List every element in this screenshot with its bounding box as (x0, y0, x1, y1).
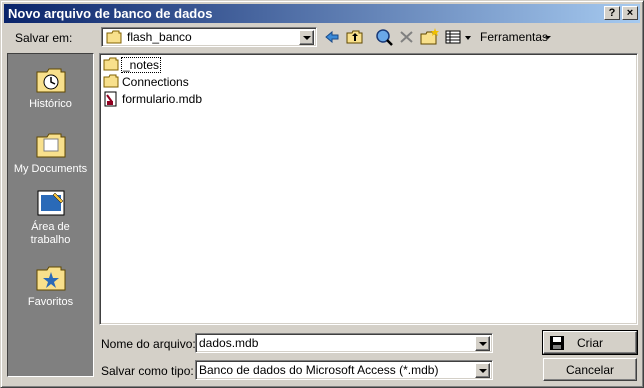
folder-icon (106, 30, 122, 44)
new-folder-button[interactable] (419, 27, 441, 47)
filetype-combo[interactable]: Banco de dados do Microsoft Access (*.md… (195, 360, 493, 380)
back-arrow-icon (325, 30, 339, 44)
place-label: Área de trabalho (30, 221, 71, 246)
chevron-down-icon (545, 36, 551, 39)
place-label: Favoritos (27, 296, 74, 308)
close-icon: × (626, 7, 634, 19)
delete-icon (400, 31, 413, 43)
history-icon (36, 68, 65, 93)
filename-input[interactable]: dados.mdb (199, 336, 258, 350)
file-list[interactable]: _notes Connections formulario.mdb (99, 53, 638, 325)
list-item-connections[interactable]: Connections (103, 74, 223, 90)
title-bar: Novo arquivo de banco de dados ? × (4, 4, 640, 23)
help-icon: ? (608, 7, 616, 19)
place-favorites[interactable]: Favoritos (8, 262, 93, 308)
filetype-value: Banco de dados do Microsoft Access (*.md… (199, 363, 439, 377)
up-one-level-button[interactable] (344, 27, 366, 47)
desktop-icon (37, 190, 64, 216)
tools-menu-button[interactable]: Ferramentas (477, 27, 557, 47)
views-button[interactable] (443, 27, 475, 47)
search-web-icon (376, 29, 393, 46)
new-folder-icon (420, 28, 439, 45)
filetype-dropdown-arrow[interactable] (475, 363, 490, 378)
places-bar: Histórico My Documents Área de trabalho … (7, 53, 94, 377)
close-button[interactable]: × (622, 6, 638, 20)
save-in-combo[interactable]: flash_banco (101, 27, 317, 47)
up-folder-icon (346, 30, 363, 44)
file-name: _notes (120, 57, 162, 73)
place-history[interactable]: Histórico (8, 64, 93, 110)
access-database-icon (104, 91, 117, 107)
file-name: Connections (122, 75, 189, 89)
tools-menu-label: Ferramentas (480, 30, 549, 44)
create-button-label: Criar (577, 336, 603, 350)
save-dialog: Novo arquivo de banco de dados ? × Salva… (0, 0, 644, 388)
cancel-button[interactable]: Cancelar (543, 358, 637, 381)
folder-icon (103, 57, 119, 71)
views-icon (445, 30, 471, 44)
back-button[interactable] (321, 27, 343, 47)
place-label: My Documents (13, 163, 88, 175)
create-button[interactable]: Criar (542, 330, 638, 355)
filename-dropdown-arrow[interactable] (475, 336, 490, 351)
favorites-icon (36, 266, 65, 291)
folder-icon (103, 74, 119, 88)
place-my-documents[interactable]: My Documents (8, 129, 93, 175)
save-in-dropdown-arrow[interactable] (299, 30, 314, 45)
filename-combo[interactable]: dados.mdb (195, 333, 493, 353)
list-item-notes[interactable]: _notes (103, 57, 183, 73)
help-button[interactable]: ? (604, 6, 620, 20)
filetype-label: Salvar como tipo: (101, 364, 194, 378)
place-label: Histórico (29, 98, 72, 110)
filename-label: Nome do arquivo: (101, 337, 196, 351)
list-item-formulario[interactable]: formulario.mdb (103, 91, 243, 107)
search-web-button[interactable] (373, 27, 395, 47)
file-name: formulario.mdb (122, 92, 203, 106)
window-title: Novo arquivo de banco de dados (8, 6, 213, 21)
save-in-value: flash_banco (127, 30, 192, 44)
cancel-button-label: Cancelar (565, 363, 615, 377)
place-desktop[interactable]: Área de trabalho (8, 187, 93, 247)
save-in-label: Salvar em: (15, 31, 73, 45)
my-documents-icon (36, 133, 65, 158)
delete-button (396, 27, 418, 47)
